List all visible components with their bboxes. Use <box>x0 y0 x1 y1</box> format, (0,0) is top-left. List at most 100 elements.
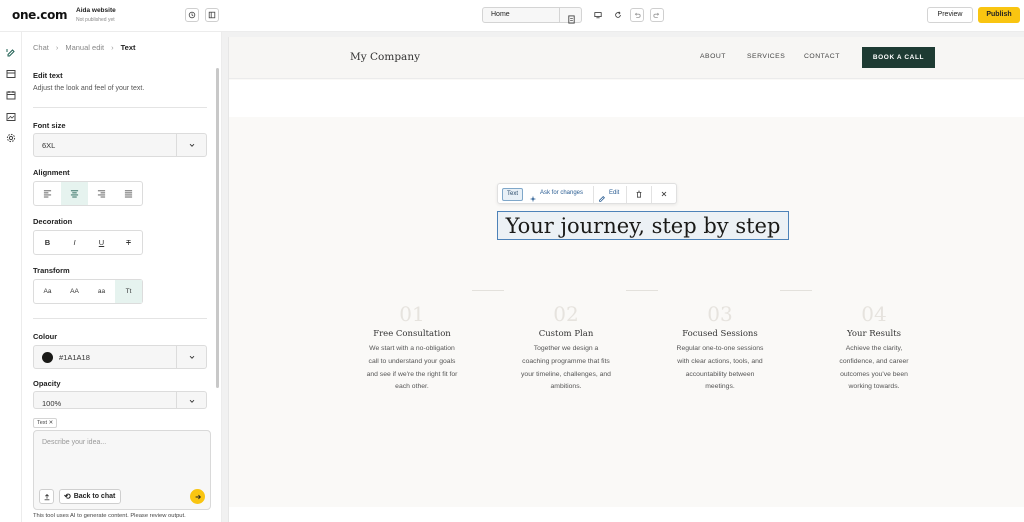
transform-uppercase-button[interactable]: AA <box>61 280 88 303</box>
site-status: Not published yet <box>76 17 115 23</box>
divider <box>651 186 652 203</box>
redo-icon[interactable] <box>650 8 664 22</box>
font-size-value: 6XL <box>42 141 56 150</box>
step-description: We start with a no-obligation call to un… <box>366 345 458 391</box>
section-title: Edit text <box>33 71 63 80</box>
book-a-call-button[interactable]: BOOK A CALL <box>862 47 935 68</box>
text-toolbar: Text Ask for changes Edit <box>497 183 677 204</box>
section-subtitle: Adjust the look and feel of your text. <box>33 85 145 92</box>
desktop-view-icon[interactable] <box>591 8 605 22</box>
underline-button[interactable]: U <box>88 231 115 254</box>
breadcrumb-chat[interactable]: Chat <box>33 43 49 52</box>
transform-capitalize-button[interactable]: Tt <box>115 280 142 303</box>
step-card: 04 Your Results Achieve the clarity, con… <box>814 302 934 394</box>
section-band <box>229 80 1024 117</box>
selected-text-frame[interactable]: Your journey, step by step <box>497 211 789 240</box>
step-card: 02 Custom Plan Together we design a coac… <box>506 302 626 394</box>
upload-button[interactable] <box>39 489 54 504</box>
chevron-down-icon[interactable] <box>176 392 206 408</box>
colour-swatch <box>42 352 53 363</box>
opacity-label: Opacity <box>33 379 61 388</box>
pencil-icon <box>598 190 606 202</box>
sparkle-icon <box>529 190 537 203</box>
undo-icon[interactable] <box>630 8 644 22</box>
transform-none-button[interactable]: Aa <box>34 280 61 303</box>
refresh-icon[interactable] <box>611 8 625 22</box>
align-right-icon <box>97 190 106 198</box>
site-preview: My Company ABOUT SERVICES CONTACT BOOK A… <box>228 37 1024 522</box>
breadcrumb-manual-edit[interactable]: Manual edit <box>65 43 104 52</box>
calendar-icon[interactable] <box>6 87 16 100</box>
chevron-right-icon: › <box>55 43 59 52</box>
alignment-label: Alignment <box>33 168 70 177</box>
ai-disclaimer: This tool uses AI to generate content. P… <box>33 513 186 519</box>
layout-icon[interactable] <box>6 66 16 78</box>
align-justify-icon <box>124 190 133 198</box>
close-icon[interactable]: ✕ <box>49 420 54 426</box>
site-canvas: My Company ABOUT SERVICES CONTACT BOOK A… <box>222 32 1024 522</box>
send-button[interactable] <box>190 489 205 504</box>
nav-contact[interactable]: CONTACT <box>804 53 840 60</box>
nav-about[interactable]: ABOUT <box>700 53 726 60</box>
opacity-value: 100% <box>42 399 62 408</box>
nav-services[interactable]: SERVICES <box>747 53 785 60</box>
step-number: 02 <box>553 302 579 326</box>
step-description: Together we design a coaching programme … <box>521 345 611 391</box>
gear-icon[interactable] <box>6 130 16 143</box>
panel-scrollbar[interactable] <box>216 68 219 388</box>
upload-icon <box>44 493 49 500</box>
decoration-group: B I U T <box>33 230 143 255</box>
history-icon[interactable] <box>185 8 199 22</box>
context-chip[interactable]: Text ✕ <box>33 418 58 428</box>
italic-button[interactable]: I <box>61 231 88 254</box>
toolbar-text-tag[interactable]: Text <box>502 188 524 201</box>
chat-input[interactable]: Describe your idea... <box>42 439 106 446</box>
divider <box>33 318 207 319</box>
font-size-select[interactable]: 6XL <box>33 133 207 157</box>
page-settings-icon[interactable] <box>567 11 576 24</box>
align-left-button[interactable] <box>34 182 61 205</box>
site-name: Aida website <box>76 7 116 14</box>
section-band <box>229 507 1024 522</box>
colour-label: Colour <box>33 332 58 341</box>
context-chip-label: Text <box>37 420 48 426</box>
step-title: Your Results <box>847 329 901 339</box>
media-icon[interactable] <box>6 109 16 121</box>
chevron-down-icon[interactable] <box>176 134 206 156</box>
align-right-button[interactable] <box>88 182 115 205</box>
align-center-icon <box>70 190 79 198</box>
divider <box>626 186 627 203</box>
step-title: Free Consultation <box>373 329 451 339</box>
logo[interactable]: one.com <box>12 8 68 22</box>
align-center-button[interactable] <box>61 182 88 205</box>
page-select-value: Home <box>491 11 510 18</box>
icon-rail <box>0 32 22 522</box>
chat-sparkle-icon: ⟲ <box>64 492 71 501</box>
divider <box>472 290 504 291</box>
close-icon[interactable] <box>659 189 669 199</box>
edit-button[interactable]: Edit <box>609 190 619 196</box>
section-headline[interactable]: Your journey, step by step <box>498 214 788 238</box>
chat-input-box[interactable]: Describe your idea... ⟲ Back to chat <box>33 430 211 510</box>
back-to-chat-button[interactable]: ⟲ Back to chat <box>59 489 122 504</box>
trash-icon[interactable] <box>634 189 644 199</box>
publish-button[interactable]: Publish <box>978 7 1020 23</box>
ask-for-changes-button[interactable]: Ask for changes <box>540 190 583 196</box>
align-justify-button[interactable] <box>115 182 142 205</box>
site-brand[interactable]: My Company <box>350 51 420 63</box>
top-bar: one.com Aida website Not published yet H… <box>0 0 1024 32</box>
opacity-select[interactable]: 100% <box>33 391 207 409</box>
transform-lowercase-button[interactable]: aa <box>88 280 115 303</box>
colour-value: #1A1A18 <box>59 353 90 362</box>
bold-button[interactable]: B <box>34 231 61 254</box>
chevron-down-icon[interactable] <box>176 346 206 368</box>
step-description: Achieve the clarity, confidence, and car… <box>839 345 909 391</box>
colour-select[interactable]: #1A1A18 <box>33 345 207 369</box>
divider <box>780 290 812 291</box>
strikethrough-button[interactable]: T <box>115 231 142 254</box>
edit-icon[interactable] <box>6 45 16 57</box>
panel-toggle-icon[interactable] <box>205 8 219 22</box>
preview-button[interactable]: Preview <box>927 7 973 23</box>
alignment-group <box>33 181 143 206</box>
page-select[interactable]: Home <box>482 7 582 24</box>
